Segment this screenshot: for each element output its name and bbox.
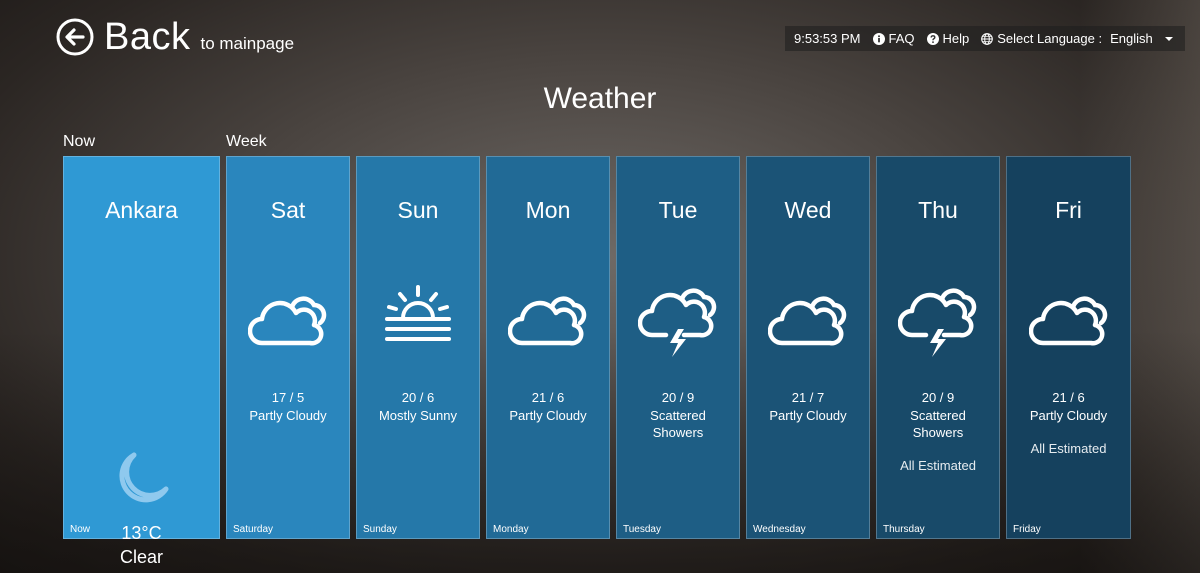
temp-range: 20 / 9 <box>661 390 695 405</box>
thunder-cloud-icon <box>638 288 717 357</box>
clock: 9:53:53 PM <box>794 31 861 46</box>
condition-text: Partly Cloudy <box>249 408 327 423</box>
globe-icon <box>981 32 994 45</box>
page-title: Weather <box>543 82 657 115</box>
estimate-note: All Estimated <box>1030 441 1107 456</box>
info-icon <box>872 32 885 45</box>
temp-range: 20 / 6 <box>401 390 435 405</box>
thunder-cloud-icon <box>898 288 977 357</box>
day-card-sun[interactable]: Sun 20 / 6 Mostly Sunny Sunday <box>356 156 480 539</box>
language-value: English <box>1110 31 1153 46</box>
week-section-label: Week <box>226 133 267 150</box>
day-full-name: Monday <box>493 524 529 535</box>
current-condition: Clear <box>119 547 163 567</box>
temp-range: 21 / 7 <box>791 390 825 405</box>
partly-cloudy-icon <box>248 296 327 346</box>
temp-range: 21 / 6 <box>531 390 565 405</box>
day-card-wed[interactable]: Wed 21 / 7 Partly Cloudy Wednesday <box>746 156 870 539</box>
day-name: Thu <box>918 197 958 223</box>
day-name: Mon <box>525 197 571 223</box>
faq-link[interactable]: FAQ <box>872 31 915 46</box>
partly-cloudy-icon <box>508 296 587 346</box>
temp-range: 21 / 6 <box>1052 390 1085 405</box>
top-bar: 9:53:53 PM FAQ Help Select Language : En… <box>785 26 1185 51</box>
day-name: Tue <box>658 197 698 223</box>
back-button[interactable]: Back to mainpage <box>56 18 294 56</box>
day-full-name: Saturday <box>233 524 274 535</box>
day-full-name: Wednesday <box>753 524 806 535</box>
city-name: Ankara <box>105 197 178 223</box>
moon-icon <box>118 452 168 503</box>
mostly-sunny-icon <box>385 285 451 341</box>
now-card[interactable]: Ankara 13°C Clear Now <box>63 156 220 567</box>
condition-text: Partly Cloudy <box>1029 408 1108 423</box>
day-name: Fri <box>1055 197 1082 223</box>
temp-range: 20 / 9 <box>921 390 955 405</box>
day-full-name: Friday <box>1013 524 1041 535</box>
condition-text: Partly Cloudy <box>509 408 587 423</box>
day-name: Wed <box>784 197 832 223</box>
day-card-mon[interactable]: Mon 21 / 6 Partly Cloudy Monday <box>486 156 610 539</box>
partly-cloudy-icon <box>768 296 847 346</box>
day-full-name: Tuesday <box>623 524 661 535</box>
day-name: Sat <box>270 197 306 223</box>
chevron-down-icon[interactable] <box>1165 36 1173 41</box>
day-card-tue[interactable]: Tue 20 / 9 Scattered Showers Tuesday <box>616 156 740 539</box>
help-label: Help <box>942 31 970 46</box>
question-icon <box>926 32 939 45</box>
day-card-fri[interactable]: Fri 21 / 6 Partly Cloudy All Estimated F… <box>1006 156 1131 539</box>
now-section-label: Now <box>63 133 96 150</box>
condition-text: Scattered Showers <box>650 408 706 440</box>
now-footer: Now <box>70 524 91 535</box>
day-card-thu[interactable]: Thu 20 / 9 Scattered Showers All Estimat… <box>876 156 1000 539</box>
language-selector[interactable]: Select Language : English <box>981 31 1153 46</box>
condition-text: Partly Cloudy <box>769 408 847 423</box>
faq-label: FAQ <box>888 31 915 46</box>
help-link[interactable]: Help <box>926 31 970 46</box>
back-label: Back <box>104 16 191 58</box>
day-full-name: Sunday <box>363 524 397 535</box>
estimate-note: All Estimated <box>900 458 976 473</box>
language-label: Select Language : <box>997 31 1103 46</box>
partly-cloudy-icon <box>1028 296 1107 346</box>
arrow-left-circle-icon <box>56 18 94 56</box>
day-card-sat[interactable]: Sat 17 / 5 Partly Cloudy Saturday <box>226 156 350 539</box>
back-sublabel: to mainpage <box>200 34 295 53</box>
condition-text: Scattered Showers <box>910 408 966 440</box>
condition-text: Mostly Sunny <box>378 408 458 423</box>
day-full-name: Thursday <box>883 524 925 535</box>
temp-range: 17 / 5 <box>271 390 305 405</box>
day-name: Sun <box>397 197 439 223</box>
